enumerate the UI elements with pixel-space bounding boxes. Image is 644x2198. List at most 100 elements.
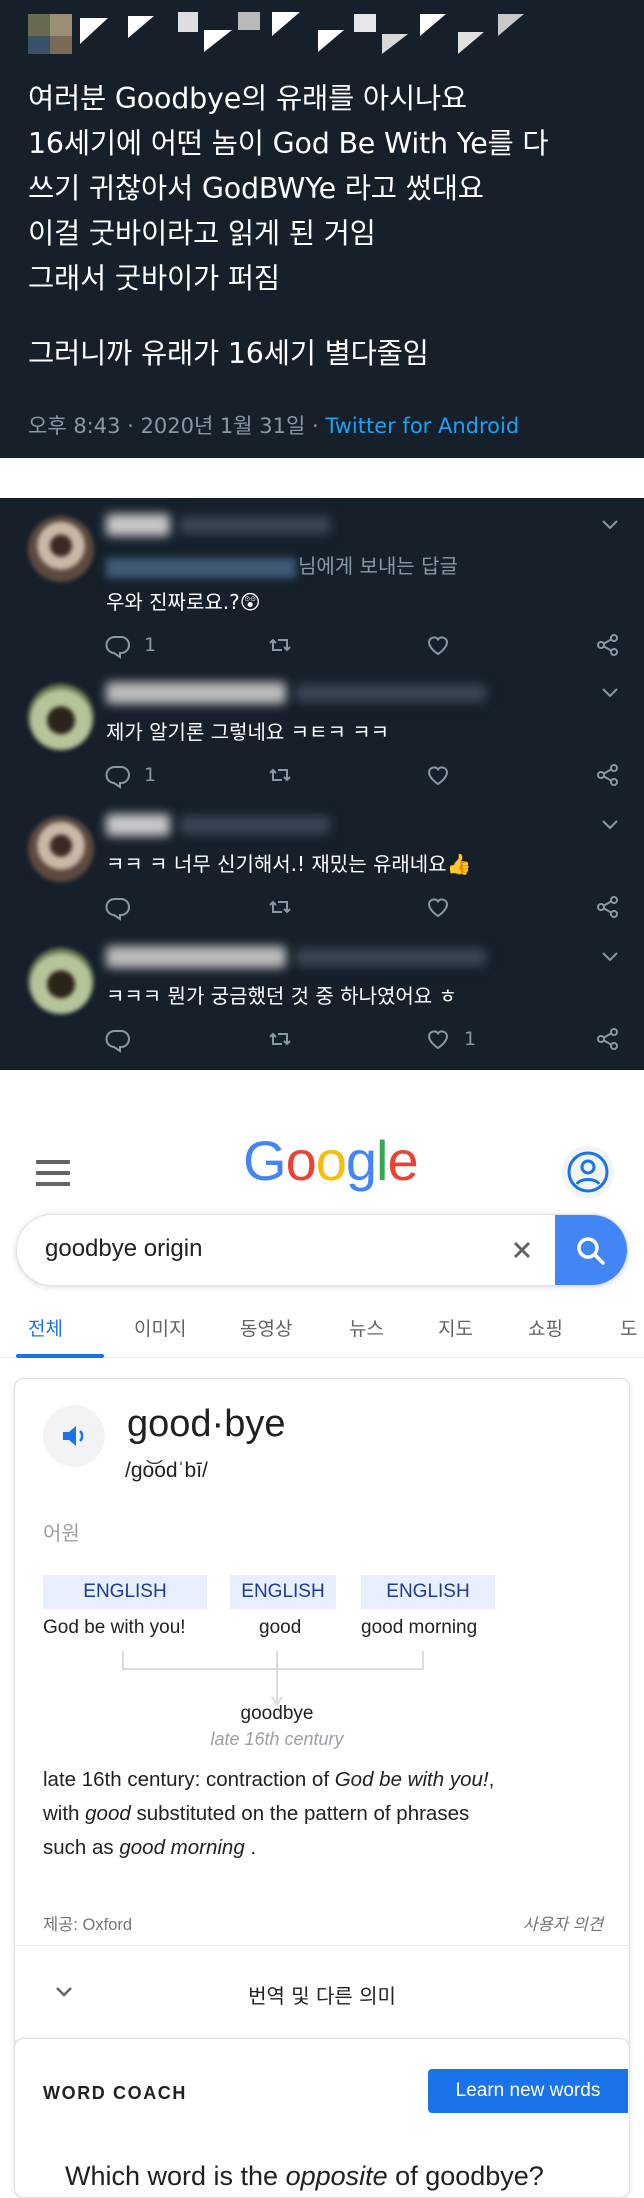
google-logo[interactable]: Google: [243, 1128, 419, 1193]
reply-button[interactable]: 1: [104, 630, 156, 660]
blurred-display-name: [106, 946, 286, 968]
tweet-line: 여러분 Goodbye의 유래를 아시나요: [28, 82, 467, 115]
account-icon[interactable]: [560, 1144, 616, 1200]
google-search-page: Google goodbye origin 전체 이미지 동영상 뉴스 지도 쇼…: [0, 1100, 644, 2198]
reply-to-label: 님에게 보내는 답글: [298, 554, 458, 578]
like-count: 1: [464, 1028, 477, 1050]
question-italic: opposite: [285, 2161, 388, 2191]
desc-text: substituted on the pattern of phrases: [130, 1802, 470, 1825]
pronounce-button[interactable]: [43, 1405, 105, 1467]
tab-shopping[interactable]: 쇼핑: [528, 1314, 563, 1341]
reply-item[interactable]: ㅋㅋ ㅋ 너무 신기해서.! 재밌는 유래네요👍: [0, 798, 644, 930]
reply-actions: 1: [104, 1024, 624, 1054]
dictionary-word: good·bye: [127, 1403, 286, 1445]
reply-to-line: 님에게 보내는 답글: [106, 550, 458, 579]
desc-italic: good: [85, 1802, 131, 1825]
feedback-link[interactable]: 사용자 의견: [523, 1911, 603, 1935]
desc-text: ,: [488, 1768, 495, 1791]
tab-all[interactable]: 전체: [28, 1314, 63, 1341]
tab-news[interactable]: 뉴스: [349, 1314, 384, 1341]
origin-language-badge: ENGLISH: [230, 1575, 336, 1609]
like-button[interactable]: [424, 760, 464, 790]
search-icon: [577, 1237, 605, 1265]
blurred-display-name: [106, 814, 170, 836]
reply-actions: [104, 892, 624, 922]
reply-item[interactable]: ㅋㅋㅋ 뭔가 궁금했던 것 중 하나였어요 ㅎ 1: [0, 930, 644, 1062]
tweet-source-link[interactable]: Twitter for Android: [325, 414, 519, 438]
like-button[interactable]: [424, 892, 464, 922]
origin-word: good morning: [361, 1617, 478, 1638]
tab-videos[interactable]: 동영상: [240, 1314, 292, 1341]
retweet-button[interactable]: [266, 1024, 294, 1054]
reply-item[interactable]: 제가 알기론 그렇네요 ㅋㅌㅋ ㅋㅋ 1: [0, 666, 644, 798]
search-tabs: 전체 이미지 동영상 뉴스 지도 쇼핑 도: [0, 1308, 644, 1358]
retweet-button[interactable]: [266, 630, 294, 660]
share-button[interactable]: [594, 630, 622, 660]
avatar[interactable]: [28, 516, 94, 582]
like-button[interactable]: 1: [424, 1024, 476, 1054]
reply-text: 제가 알기론 그렇네요 ㅋㅌㅋ ㅋㅋ: [106, 720, 390, 744]
share-button[interactable]: [594, 760, 622, 790]
blurred-handle: [296, 684, 486, 702]
tweet-time: 오후 8:43 · 2020년 1월 31일 ·: [28, 414, 326, 438]
like-icon: [427, 766, 449, 786]
tab-images[interactable]: 이미지: [134, 1314, 186, 1341]
reply-button[interactable]: [104, 1024, 144, 1054]
avatar[interactable]: [28, 684, 94, 750]
tab-maps[interactable]: 지도: [438, 1314, 473, 1341]
retweet-icon: [269, 1032, 291, 1046]
retweet-icon: [269, 768, 291, 782]
reply-button[interactable]: [104, 892, 144, 922]
reply-item[interactable]: 님에게 보내는 답글 우와 진짜로요.?😲 1: [0, 498, 644, 659]
blurred-handle: [180, 516, 330, 534]
dictionary-card: good·bye /go͝odˈbī/ 어원 ENGLISH ENGLISH E…: [14, 1378, 630, 2048]
tweet-line: 이걸 굿바이라고 읽게 된 거임: [28, 217, 376, 250]
clear-icon[interactable]: [505, 1233, 539, 1267]
avatar[interactable]: [28, 948, 94, 1014]
tweet-card: 여러분 Goodbye의 유래를 아시나요 16세기에 어떤 놈이 God Be…: [0, 0, 644, 458]
tweet-text: 여러분 Goodbye의 유래를 아시나요 16세기에 어떤 놈이 God Be…: [28, 76, 628, 376]
reply-text: 우와 진짜로요.?😲: [106, 590, 261, 614]
menu-icon[interactable]: [36, 1160, 70, 1186]
learn-new-words-button[interactable]: Learn new words: [428, 2069, 628, 2113]
more-meanings-label: 번역 및 다른 의미: [248, 1984, 396, 2008]
chevron-down-icon[interactable]: [598, 512, 622, 536]
blurred-handle: [296, 948, 486, 966]
share-button[interactable]: [594, 892, 622, 922]
retweet-button[interactable]: [266, 892, 294, 922]
search-button[interactable]: [555, 1215, 627, 1285]
chevron-down-icon[interactable]: [598, 680, 622, 704]
retweet-button[interactable]: [266, 760, 294, 790]
more-meanings-button[interactable]: 번역 및 다른 의미: [15, 1946, 629, 2046]
reply-icon: [105, 766, 130, 789]
desc-text: with: [43, 1802, 86, 1825]
blurred-display-name: [106, 514, 170, 536]
origin-language-badge: ENGLISH: [43, 1575, 207, 1609]
retweet-icon: [269, 900, 291, 914]
reply-button[interactable]: 1: [104, 760, 156, 790]
question-text: of goodbye?: [387, 2161, 544, 2191]
chevron-down-icon[interactable]: [598, 944, 622, 968]
desc-text: late 16th century: contraction of: [43, 1768, 335, 1791]
tab-books[interactable]: 도: [620, 1314, 637, 1341]
replies-panel: 님에게 보내는 답글 우와 진짜로요.?😲 1 제가 알기론 그렇네요 ㅋㅌㅋ …: [0, 498, 644, 1070]
blurred-mention: [106, 557, 296, 578]
search-input[interactable]: goodbye origin: [45, 1235, 202, 1263]
etymology-result-word: goodbye: [240, 1703, 314, 1724]
source-row: 제공: Oxford 사용자 의견: [43, 1911, 603, 1935]
desc-italic: good morning: [119, 1836, 245, 1859]
tweet-line: 그래서 굿바이가 퍼짐: [28, 262, 280, 295]
like-icon: [427, 636, 449, 656]
desc-italic: God be with you!: [334, 1768, 489, 1791]
speaker-icon: [63, 1426, 84, 1446]
active-tab-indicator: [16, 1354, 104, 1358]
search-bar: goodbye origin: [16, 1214, 628, 1286]
word-coach-card: WORD COACH Learn new words Which word is…: [14, 2038, 630, 2198]
chevron-down-icon[interactable]: [598, 812, 622, 836]
tweet-timestamp: 오후 8:43 · 2020년 1월 31일 · Twitter for And…: [28, 410, 519, 440]
origin-word: good: [259, 1617, 302, 1638]
like-button[interactable]: [424, 630, 464, 660]
share-button[interactable]: [594, 1024, 622, 1054]
tweet-line: 그러니까 유래가 16세기 별다줄임: [28, 337, 429, 370]
avatar[interactable]: [28, 816, 94, 882]
